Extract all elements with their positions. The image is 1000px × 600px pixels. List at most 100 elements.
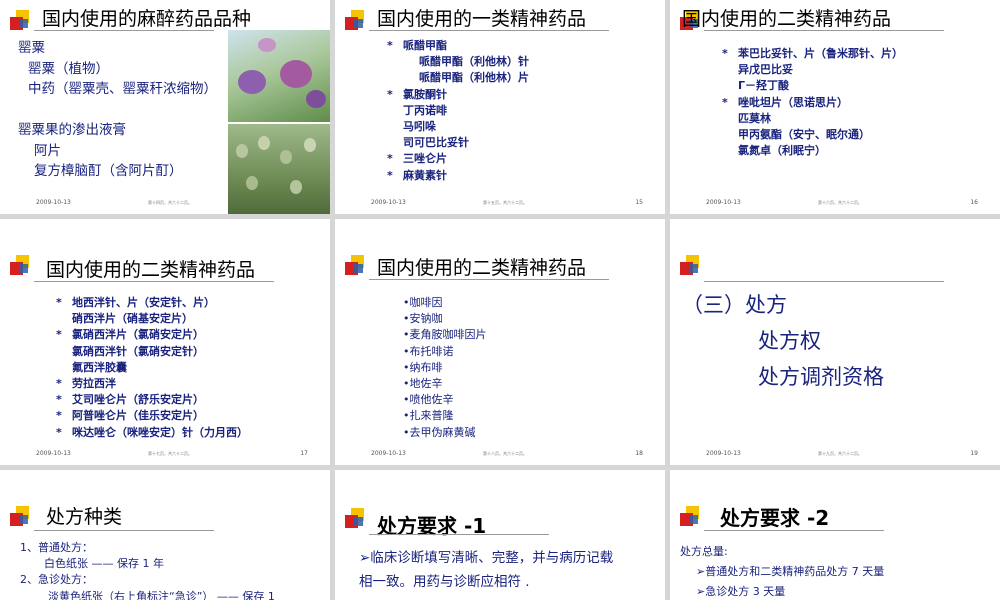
list-item: * 哌醋甲酯 (387, 39, 447, 52)
list-item: 司可巴比妥针 (403, 136, 469, 150)
footer-date: 2009-10-13 (371, 199, 406, 206)
title-underline (704, 30, 944, 31)
list-item: ➢急诊处方 3 天量 (696, 585, 786, 598)
slide-content-list: •咖啡因 •安钠咖 •麦角胺咖啡因片 •布托啡诺 •纳布啡 •地佐辛 •喷他佐辛… (403, 295, 487, 441)
title-underline (369, 534, 549, 535)
list-item: •去甲伪麻黄碱 (403, 425, 476, 439)
footer-date: 2009-10-13 (706, 450, 741, 457)
list-item: •麦角胺咖啡因片 (403, 328, 487, 342)
list-item: •咖啡因 (403, 296, 443, 309)
footer-date: 2009-10-13 (371, 450, 406, 457)
list-item: * 艾司唑仑片（舒乐安定片） (56, 393, 204, 407)
slide-thumbnail-22[interactable]: 处方要求 -2 处方总量: ➢普通处方和二类精神药品处方 7 天量 ➢急诊处方 … (670, 470, 1000, 600)
slide-logo-icon (678, 506, 708, 528)
slide-content-list: 罂粟 罂粟（植物） 中药（罂粟壳、罂粟秆浓缩物） 罂粟果的渗出液膏 阿片 复方樟… (18, 38, 217, 182)
list-item: 氟西泮胶囊 (72, 360, 127, 374)
list-item: 1、普通处方： (20, 541, 93, 554)
footer-date: 2009-10-13 (36, 199, 71, 206)
list-item: ➢普通处方和二类精神药品处方 7 天量 (696, 565, 885, 578)
list-item: 淡黄色纸张（右上角标注“急诊”） —— 保存 1 (48, 589, 275, 600)
slide-content-list: * 地西泮针、片（安定针、片） 硝西泮片（硝基安定片） * 氯硝西泮片（氯硝安定片）… (56, 295, 248, 441)
slide-number: 17 (300, 450, 308, 457)
slide-thumbnail-17[interactable]: 国内使用的二类精神药品 * 地西泮针、片（安定针、片） 硝西泮片（硝基安定片） *… (0, 219, 330, 465)
slide-logo-icon (343, 10, 373, 32)
title-underline (34, 30, 214, 31)
slide-title: 国内使用的一类精神药品 (377, 8, 587, 30)
poppy-flower-photo (228, 30, 330, 122)
list-item: 硝西泮片（硝基安定片） (72, 312, 193, 326)
list-item: 2、急诊处方： (20, 573, 93, 587)
list-item: * 唑吡坦片（思诺思片） (722, 95, 848, 109)
slide-logo-icon (8, 506, 38, 528)
list-item: * 咪达唑仑（咪唑安定）针（力月西） (56, 425, 248, 439)
list-item: 罂粟 (18, 40, 45, 56)
footer-page-info: 第十五页，共六十二页。 (483, 200, 527, 205)
slide-thumbnail-18[interactable]: 国内使用的二类精神药品 •咖啡因 •安钠咖 •麦角胺咖啡因片 •布托啡诺 •纳布… (335, 219, 665, 465)
footer-page-info: 第十四页，共六十二页。 (148, 200, 192, 205)
list-item: 白色纸张 —— 保存 1 年 (44, 557, 164, 571)
list-item: 氯硝西泮针（氯硝安定针） (72, 344, 204, 358)
list-item: •扎来普隆 (403, 409, 454, 423)
footer-page-info: 第十七页，共六十二页。 (148, 451, 192, 456)
slide-thumbnail-15[interactable]: 国内使用的一类精神药品 * 哌醋甲酯 哌醋甲酯（利他林）针 哌醋甲酯（利他林）片 … (335, 0, 665, 214)
list-item: （三）处方 (682, 293, 787, 317)
list-item: * 阿普唑仑片（佳乐安定片） (56, 409, 204, 423)
slide-logo-icon (678, 255, 708, 277)
list-item: •布托啡诺 (403, 344, 454, 358)
footer-page-info: 第十八页，共六十二页。 (483, 451, 527, 456)
slide-thumbnail-21[interactable]: 处方要求 -1 ➢临床诊断填写清晰、完整，并与病历记载 相一致。用药与诊断应相符… (335, 470, 665, 600)
slide-logo-icon (343, 255, 373, 277)
list-item: * 麻黄素针 (387, 168, 447, 182)
title-underline (34, 530, 214, 531)
list-item: 相一致。用药与诊断应相符 . (359, 574, 530, 590)
list-item: •喷他佐辛 (403, 393, 454, 407)
list-item: 氯氮卓（利眠宁） (738, 144, 826, 158)
slide-title: 处方要求 -2 (720, 506, 830, 530)
slide-logo-icon (8, 255, 38, 277)
list-item: Γ－羟丁酸 (738, 79, 790, 93)
slide-title: 国内使用的二类精神药品 (682, 8, 892, 30)
list-item: •安钠咖 (403, 312, 443, 326)
slide-content-list: 1、普通处方： 白色纸张 —— 保存 1 年 2、急诊处方： 淡黄色纸张（右上角… (20, 540, 275, 600)
list-item: 阿片 (34, 142, 61, 159)
list-item: ➢临床诊断填写清晰、完整，并与病历记载 (359, 550, 614, 566)
slide-thumbnail-16[interactable]: 国内使用的二类精神药品 * 苯巴比妥针、片（鲁米那针、片） 异戊巴比妥 Γ－羟丁酸… (670, 0, 1000, 214)
list-item: 罂粟（植物） (28, 60, 109, 77)
slide-number: 18 (635, 450, 643, 457)
list-item: 异戊巴比妥 (738, 63, 793, 77)
slide-thumbnail-20[interactable]: 处方种类 1、普通处方： 白色纸张 —— 保存 1 年 2、急诊处方： 淡黄色纸… (0, 470, 330, 600)
slide-thumbnail-19[interactable]: （三）处方 处方权 处方调剂资格 2009-10-13 第十九页，共六十二页。 … (670, 219, 1000, 465)
title-underline (369, 279, 609, 280)
footer-date: 2009-10-13 (36, 450, 71, 457)
slide-number: 19 (970, 450, 978, 457)
slide-title: 处方种类 (46, 506, 123, 528)
slide-logo-icon (8, 10, 38, 32)
list-item: * 苯巴比妥针、片（鲁米那针、片） (722, 47, 903, 60)
list-item: 哌醋甲酯（利他林）针 (419, 55, 529, 69)
list-item: * 氯硝西泮片（氯硝安定片） (56, 328, 204, 342)
slide-content-list: * 苯巴比妥针、片（鲁米那针、片） 异戊巴比妥 Γ－羟丁酸 * 唑吡坦片（思诺思片）… (722, 46, 903, 159)
slide-number: 15 (635, 199, 643, 206)
slide-thumbnail-14[interactable]: 国内使用的麻醉药品品种 罂粟 罂粟（植物） 中药（罂粟壳、罂粟秆浓缩物） 罂粟果… (0, 0, 330, 214)
slide-content-list: 处方总量: ➢普通处方和二类精神药品处方 7 天量 ➢急诊处方 3 天量 (680, 542, 884, 600)
list-item: •纳布啡 (403, 360, 443, 374)
list-item: 丁丙诺啡 (403, 103, 447, 117)
slide-content-list: ➢临床诊断填写清晰、完整，并与病历记载 相一致。用药与诊断应相符 . (359, 546, 613, 594)
list-item: 复方樟脑酊（含阿片酊） (34, 163, 183, 179)
slide-title: 国内使用的二类精神药品 (46, 259, 256, 281)
slide-title: 国内使用的二类精神药品 (377, 257, 587, 279)
title-underline (34, 281, 274, 282)
title-underline (704, 530, 884, 531)
list-item: •地佐辛 (403, 377, 443, 391)
list-item: 匹莫林 (738, 111, 771, 125)
poppy-pods-photo (228, 124, 330, 214)
title-underline (704, 281, 944, 282)
title-underline (369, 30, 609, 31)
slide-content-list: （三）处方 处方权 处方调剂资格 (682, 287, 884, 395)
slide-number: 16 (970, 199, 978, 206)
footer-page-info: 第十六页，共六十二页。 (818, 200, 862, 205)
slide-title: 国内使用的麻醉药品品种 (42, 8, 252, 30)
list-item: 哌醋甲酯（利他林）片 (419, 71, 529, 85)
list-item: * 氯胺酮针 (387, 87, 447, 101)
list-item: 中药（罂粟壳、罂粟秆浓缩物） (28, 81, 217, 97)
